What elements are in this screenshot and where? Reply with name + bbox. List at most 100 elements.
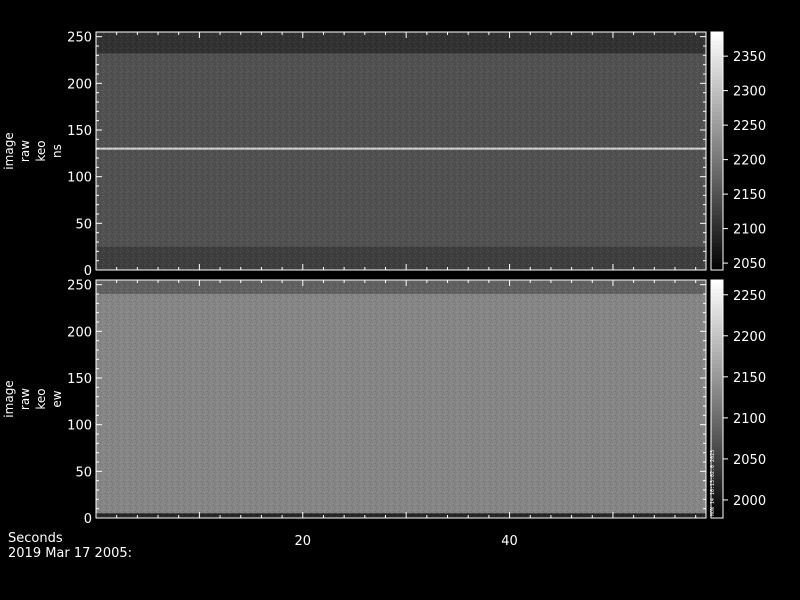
colorbar-segment bbox=[711, 391, 723, 396]
colorbar-segment bbox=[711, 299, 723, 305]
colorbar-segment bbox=[711, 262, 723, 267]
colorbar-segment bbox=[711, 47, 723, 53]
colorbar-segment bbox=[711, 379, 723, 384]
y-axis-label-line: raw bbox=[18, 140, 32, 162]
colorbar-segment bbox=[711, 323, 723, 329]
colorbar-segment bbox=[711, 51, 723, 57]
image-noise bbox=[96, 32, 706, 270]
colorbar-segment bbox=[711, 67, 723, 73]
colorbar-segment bbox=[711, 202, 723, 208]
colorbar-segment bbox=[711, 254, 723, 259]
colorbar-segment bbox=[711, 426, 723, 432]
colorbar-segment bbox=[711, 35, 723, 41]
colorbar-side-text: MON 14 10:13:02.0 2023 bbox=[710, 450, 716, 516]
colorbar-tick-label: 2150 bbox=[733, 188, 766, 203]
colorbar-segment bbox=[711, 111, 723, 116]
panel-bottom: 0 50 100 150 200 250 20 40 image raw keo ew 2000 2050… bbox=[2, 279, 766, 549]
colorbar-segment bbox=[711, 32, 723, 37]
colorbar-segment bbox=[711, 438, 723, 444]
colorbar-segment bbox=[711, 315, 723, 321]
y-axis-label-line: keo bbox=[34, 140, 48, 161]
colorbar-segment bbox=[711, 147, 723, 152]
y-tick-label: 50 bbox=[75, 465, 92, 480]
colorbar-segment bbox=[711, 319, 723, 325]
colorbar-segment bbox=[711, 359, 723, 364]
colorbar-segment bbox=[711, 218, 723, 223]
y-tick-label: 100 bbox=[67, 171, 92, 186]
x-axis-label: Seconds bbox=[8, 531, 63, 546]
colorbar-segment bbox=[711, 406, 723, 412]
colorbar-segment bbox=[711, 59, 723, 65]
colorbar-tick-label: 2100 bbox=[733, 412, 766, 427]
colorbar-segment bbox=[711, 335, 723, 341]
colorbar-tick-label: 2300 bbox=[733, 85, 766, 100]
colorbar-segment bbox=[711, 87, 723, 93]
colorbar-tick-label: 2150 bbox=[733, 371, 766, 386]
colorbar-segment bbox=[711, 414, 723, 420]
colorbar-tick-label: 2050 bbox=[733, 453, 766, 468]
colorbar-segment bbox=[711, 395, 723, 400]
colorbar-segment bbox=[711, 63, 723, 69]
y-tick-label: 250 bbox=[67, 31, 92, 46]
colorbar-segment bbox=[711, 402, 723, 408]
colorbar-tick-label: 2100 bbox=[733, 223, 766, 238]
colorbar-tick-label: 2000 bbox=[733, 494, 766, 509]
colorbar-segment bbox=[711, 190, 723, 196]
colorbar-segment bbox=[711, 387, 723, 392]
colorbar-segment bbox=[711, 178, 723, 184]
colorbar-segment bbox=[711, 222, 723, 227]
x-tick-label: 40 bbox=[501, 534, 518, 549]
colorbar-segment bbox=[711, 107, 723, 112]
colorbar-segment bbox=[711, 291, 723, 297]
y-tick-label: 50 bbox=[75, 217, 92, 232]
colorbar-segment bbox=[711, 442, 723, 448]
colorbar-segment bbox=[711, 158, 723, 164]
colorbar-segment bbox=[711, 327, 723, 333]
colorbar-segment bbox=[711, 198, 723, 204]
colorbar-segment bbox=[711, 79, 723, 85]
colorbar-segment bbox=[711, 174, 723, 180]
y-axis-label-line: ns bbox=[50, 144, 64, 158]
x-tick-label: 20 bbox=[295, 534, 312, 549]
colorbar-segment bbox=[711, 43, 723, 49]
image-noise bbox=[96, 280, 706, 518]
y-axis-label-line: ew bbox=[50, 390, 64, 407]
colorbar-segment bbox=[711, 311, 723, 317]
colorbar-segment bbox=[711, 206, 723, 212]
colorbar-segment bbox=[711, 186, 723, 192]
colorbar-segment bbox=[711, 367, 723, 372]
y-tick-label: 100 bbox=[67, 419, 92, 434]
colorbar-segment bbox=[711, 238, 723, 243]
colorbar-segment bbox=[711, 143, 723, 148]
colorbar-segment bbox=[711, 371, 723, 376]
colorbar-segment bbox=[711, 287, 723, 293]
colorbar-segment bbox=[711, 103, 723, 108]
colorbar-segment bbox=[711, 351, 723, 356]
colorbar-segment bbox=[711, 283, 723, 289]
colorbar-segment bbox=[711, 226, 723, 231]
colorbar-segment bbox=[711, 418, 723, 424]
date-label: 2019 Mar 17 2005: bbox=[8, 546, 133, 561]
colorbar-segment bbox=[711, 307, 723, 313]
colorbar-segment bbox=[711, 75, 723, 81]
colorbar-segment bbox=[711, 131, 723, 136]
y-tick-label: 0 bbox=[84, 264, 92, 279]
colorbar-segment bbox=[711, 139, 723, 144]
colorbar-segment bbox=[711, 343, 723, 349]
colorbar-segment bbox=[711, 347, 723, 352]
colorbar-segment bbox=[711, 127, 723, 132]
colorbar-segment bbox=[711, 154, 723, 160]
colorbar-segment bbox=[711, 246, 723, 251]
colorbar-segment bbox=[711, 83, 723, 89]
keogram-figure: 050100150200250image raw keo ns205021002150… bbox=[2, 31, 766, 549]
colorbar-segment bbox=[711, 355, 723, 360]
colorbar-segment bbox=[711, 422, 723, 428]
colorbar-tick-label: 2200 bbox=[733, 330, 766, 345]
colorbar-segment bbox=[711, 230, 723, 235]
colorbar-segment bbox=[711, 375, 723, 380]
y-tick-label: 250 bbox=[67, 279, 92, 294]
colorbar-tick-label: 2200 bbox=[733, 154, 766, 169]
colorbar-tick-label: 2250 bbox=[733, 289, 766, 304]
panel-top: 0 50 100 150 200 250 image raw keo ns 2050 2100 2150… bbox=[2, 31, 766, 279]
colorbar-segment bbox=[711, 99, 723, 104]
